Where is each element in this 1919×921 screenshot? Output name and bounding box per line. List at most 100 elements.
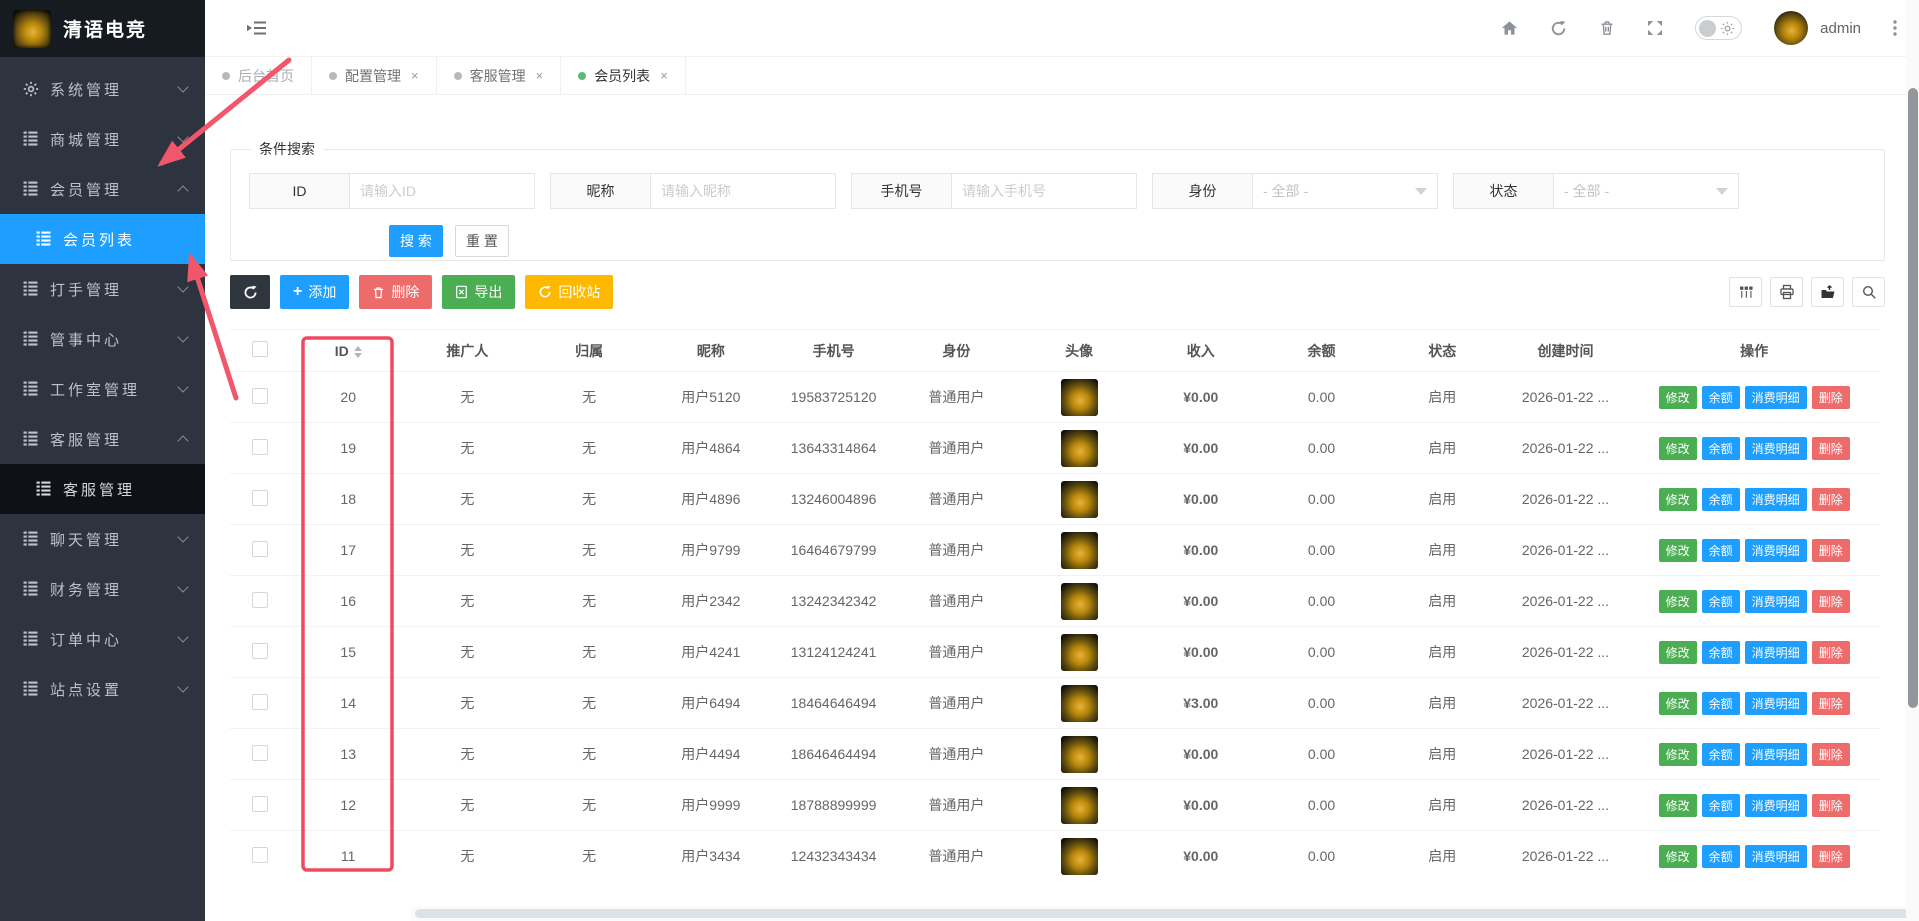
- row-delete-button[interactable]: 删除: [1812, 386, 1850, 409]
- balance-button[interactable]: 余额: [1702, 539, 1740, 562]
- id-input[interactable]: [349, 173, 535, 209]
- export-data-button[interactable]: [1811, 277, 1844, 307]
- row-checkbox[interactable]: [252, 796, 268, 812]
- row-delete-button[interactable]: 删除: [1812, 845, 1850, 868]
- export-button[interactable]: 导出: [442, 275, 515, 309]
- row-checkbox[interactable]: [252, 490, 268, 506]
- collapse-sidebar-icon[interactable]: [247, 21, 267, 35]
- sidebar-item-members[interactable]: 会员管理: [0, 164, 205, 214]
- balance-button[interactable]: 余额: [1702, 794, 1740, 817]
- row-checkbox[interactable]: [252, 541, 268, 557]
- sidebar-item-studio[interactable]: 工作室管理: [0, 364, 205, 414]
- row-delete-button[interactable]: 删除: [1812, 437, 1850, 460]
- tab-service[interactable]: 客服管理 ×: [437, 57, 562, 94]
- row-checkbox[interactable]: [252, 643, 268, 659]
- consumption-detail-button[interactable]: 消费明细: [1745, 437, 1807, 460]
- horizontal-scrollbar-thumb[interactable]: [415, 909, 1919, 918]
- sidebar-item-orders[interactable]: 订单中心: [0, 614, 205, 664]
- reset-button[interactable]: 重 置: [455, 225, 509, 257]
- tab-config[interactable]: 配置管理 ×: [312, 57, 437, 94]
- balance-button[interactable]: 余额: [1702, 692, 1740, 715]
- delete-button[interactable]: 删除: [359, 275, 432, 309]
- theme-toggle[interactable]: [1695, 16, 1742, 40]
- edit-button[interactable]: 修改: [1659, 590, 1697, 613]
- balance-button[interactable]: 余额: [1702, 386, 1740, 409]
- row-delete-button[interactable]: 删除: [1812, 488, 1850, 511]
- search-table-button[interactable]: [1852, 277, 1885, 307]
- edit-button[interactable]: 修改: [1659, 794, 1697, 817]
- add-button[interactable]: + 添加: [280, 275, 349, 309]
- consumption-detail-button[interactable]: 消费明细: [1745, 590, 1807, 613]
- consumption-detail-button[interactable]: 消费明细: [1745, 488, 1807, 511]
- edit-button[interactable]: 修改: [1659, 386, 1697, 409]
- row-delete-button[interactable]: 删除: [1812, 539, 1850, 562]
- sidebar-item-steward[interactable]: 管事中心: [0, 314, 205, 364]
- row-checkbox[interactable]: [252, 745, 268, 761]
- row-delete-button[interactable]: 删除: [1812, 641, 1850, 664]
- refresh-icon[interactable]: [1550, 20, 1567, 37]
- sidebar-item-boosters[interactable]: 打手管理: [0, 264, 205, 314]
- sidebar-item-service-manage[interactable]: 客服管理: [0, 464, 205, 514]
- sort-icon[interactable]: [354, 346, 362, 358]
- select-all-checkbox[interactable]: [252, 341, 268, 357]
- consumption-detail-button[interactable]: 消费明细: [1745, 692, 1807, 715]
- row-checkbox[interactable]: [252, 694, 268, 710]
- sidebar-item-mall[interactable]: 商城管理: [0, 114, 205, 164]
- consumption-detail-button[interactable]: 消费明细: [1745, 845, 1807, 868]
- tab-member-list[interactable]: 会员列表 ×: [561, 57, 686, 94]
- vertical-scrollbar-thumb[interactable]: [1908, 88, 1918, 708]
- toggle-columns-button[interactable]: [1729, 277, 1762, 307]
- close-icon[interactable]: ×: [411, 68, 419, 83]
- fullscreen-icon[interactable]: [1647, 20, 1663, 36]
- edit-button[interactable]: 修改: [1659, 743, 1697, 766]
- home-icon[interactable]: [1501, 20, 1518, 36]
- row-delete-button[interactable]: 删除: [1812, 743, 1850, 766]
- tab-dashboard[interactable]: 后台首页: [205, 57, 312, 94]
- balance-button[interactable]: 余额: [1702, 641, 1740, 664]
- identity-select[interactable]: - 全部 -: [1252, 173, 1438, 209]
- row-delete-button[interactable]: 删除: [1812, 794, 1850, 817]
- balance-button[interactable]: 余额: [1702, 743, 1740, 766]
- sidebar-item-system[interactable]: 系统管理: [0, 64, 205, 114]
- close-icon[interactable]: ×: [660, 68, 668, 83]
- refresh-table-button[interactable]: [230, 275, 270, 309]
- edit-button[interactable]: 修改: [1659, 692, 1697, 715]
- balance-button[interactable]: 余额: [1702, 845, 1740, 868]
- user-menu[interactable]: admin: [1774, 11, 1861, 45]
- sidebar-item-site[interactable]: 站点设置: [0, 664, 205, 714]
- sidebar-item-service[interactable]: 客服管理: [0, 414, 205, 464]
- phone-input[interactable]: [951, 173, 1137, 209]
- sidebar-item-finance[interactable]: 财务管理: [0, 564, 205, 614]
- sidebar-item-chat[interactable]: 聊天管理: [0, 514, 205, 564]
- close-icon[interactable]: ×: [536, 68, 544, 83]
- consumption-detail-button[interactable]: 消费明细: [1745, 641, 1807, 664]
- edit-button[interactable]: 修改: [1659, 641, 1697, 664]
- edit-button[interactable]: 修改: [1659, 845, 1697, 868]
- chevron-down-icon: [177, 381, 188, 392]
- consumption-detail-button[interactable]: 消费明细: [1745, 386, 1807, 409]
- row-checkbox[interactable]: [252, 592, 268, 608]
- trash-icon[interactable]: [1599, 20, 1615, 36]
- balance-button[interactable]: 余额: [1702, 590, 1740, 613]
- edit-button[interactable]: 修改: [1659, 437, 1697, 460]
- balance-button[interactable]: 余额: [1702, 488, 1740, 511]
- edit-button[interactable]: 修改: [1659, 539, 1697, 562]
- search-button[interactable]: 搜 索: [389, 225, 443, 257]
- consumption-detail-button[interactable]: 消费明细: [1745, 794, 1807, 817]
- status-select[interactable]: - 全部 -: [1553, 173, 1739, 209]
- sidebar-item-member-list[interactable]: 会员列表: [0, 214, 205, 264]
- column-header-id[interactable]: ID: [290, 330, 406, 372]
- row-checkbox[interactable]: [252, 847, 268, 863]
- row-checkbox[interactable]: [252, 439, 268, 455]
- row-delete-button[interactable]: 删除: [1812, 590, 1850, 613]
- edit-button[interactable]: 修改: [1659, 488, 1697, 511]
- row-delete-button[interactable]: 删除: [1812, 692, 1850, 715]
- recycle-bin-button[interactable]: 回收站: [525, 275, 613, 309]
- print-button[interactable]: [1770, 277, 1803, 307]
- consumption-detail-button[interactable]: 消费明细: [1745, 539, 1807, 562]
- row-checkbox[interactable]: [252, 388, 268, 404]
- consumption-detail-button[interactable]: 消费明细: [1745, 743, 1807, 766]
- kebab-menu-icon[interactable]: [1893, 20, 1897, 36]
- balance-button[interactable]: 余额: [1702, 437, 1740, 460]
- nickname-input[interactable]: [650, 173, 836, 209]
